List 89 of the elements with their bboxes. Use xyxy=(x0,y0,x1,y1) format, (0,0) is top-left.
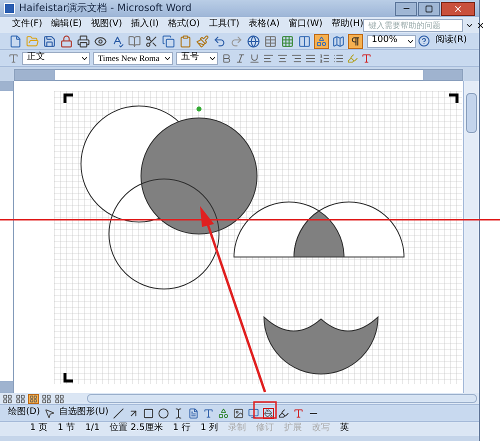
highlight-frame xyxy=(253,401,277,419)
crop-corner-icon xyxy=(64,94,73,103)
view-icon[interactable] xyxy=(15,394,26,404)
crop-corner-icon xyxy=(449,94,458,103)
align-center-icon[interactable] xyxy=(277,52,288,64)
menu-item[interactable]: 工具(T) xyxy=(208,18,240,32)
menu-item[interactable]: 文件(F) xyxy=(12,18,42,32)
numbered-list-icon[interactable] xyxy=(319,52,330,64)
maximize-icon xyxy=(425,4,433,12)
status-text: 扩展 xyxy=(284,422,302,436)
status-text: 位置 2.5厘米 xyxy=(110,422,163,436)
bullet-list-icon[interactable] xyxy=(333,52,344,64)
justify-icon[interactable] xyxy=(305,52,316,64)
view-icon[interactable] xyxy=(28,394,39,404)
image-icon[interactable] xyxy=(232,408,244,418)
globe-icon[interactable] xyxy=(246,34,261,48)
status-text: 1 行 xyxy=(172,422,190,436)
line-icon[interactable] xyxy=(112,408,124,418)
paste-icon[interactable] xyxy=(178,34,193,48)
draw-menu[interactable]: 绘图(D) xyxy=(8,406,40,420)
columns-icon[interactable] xyxy=(296,34,312,48)
underline-icon[interactable] xyxy=(249,52,260,64)
lock-icon[interactable] xyxy=(58,34,74,48)
undo-icon[interactable] xyxy=(212,34,227,48)
bold-icon[interactable] xyxy=(221,52,232,64)
shapes-icon[interactable] xyxy=(314,34,329,48)
book-icon[interactable] xyxy=(126,34,142,48)
align-right-icon[interactable] xyxy=(291,52,302,64)
status-text: 英 xyxy=(340,422,350,436)
menu-item[interactable]: 帮助(H) xyxy=(332,18,364,32)
font-dropdown[interactable]: Times New Roma xyxy=(93,52,173,64)
wordart-icon[interactable] xyxy=(202,408,214,418)
align-left-icon[interactable] xyxy=(263,52,274,64)
status-text: 1 页 xyxy=(30,422,48,436)
style-dropdown[interactable]: 正文 xyxy=(22,52,90,64)
menu-item[interactable]: 格式(O) xyxy=(168,18,200,32)
close-button[interactable] xyxy=(441,2,475,16)
menu-item[interactable]: 窗口(W) xyxy=(288,18,323,32)
menu-item[interactable]: 视图(V) xyxy=(90,18,122,32)
font-size-dropdown[interactable]: 五号 xyxy=(176,52,218,64)
window-title: Haifeistar演示文档 - Microsoft Word xyxy=(19,2,192,16)
maximize-button[interactable] xyxy=(418,2,440,16)
crop-corner-icon xyxy=(64,373,73,382)
horizontal-scrollbar[interactable] xyxy=(87,394,477,403)
paragraph-mark-icon[interactable] xyxy=(348,34,363,48)
status-text: 1/1 xyxy=(85,422,100,436)
help-icon[interactable] xyxy=(418,35,430,47)
new-document-icon[interactable] xyxy=(8,34,23,48)
word-document-icon xyxy=(4,3,15,14)
fill-color-icon[interactable] xyxy=(262,408,274,418)
vertical-scrollbar[interactable] xyxy=(463,81,479,393)
oval-icon[interactable] xyxy=(158,408,169,418)
pointer-icon[interactable] xyxy=(44,408,55,418)
read-button[interactable]: 阅读(R) xyxy=(432,34,471,48)
close-icon xyxy=(453,4,463,14)
status-text: 改写 xyxy=(312,422,330,436)
line-color-icon[interactable] xyxy=(278,408,289,418)
view-icon[interactable] xyxy=(54,394,65,404)
help-search-field[interactable]: 键入需要帮助的问题 xyxy=(363,18,464,32)
zoom-field[interactable]: 100% xyxy=(366,34,416,48)
close-icon[interactable] xyxy=(476,20,486,30)
map-icon[interactable] xyxy=(330,34,346,48)
status-text: 修订 xyxy=(256,422,274,436)
save-icon[interactable] xyxy=(42,34,57,48)
diagram-icon[interactable] xyxy=(218,408,229,418)
view-icon[interactable] xyxy=(2,394,13,404)
menu-item[interactable]: 表格(A) xyxy=(248,18,280,32)
styles-icon[interactable] xyxy=(8,52,19,64)
menu-item[interactable]: 插入(I) xyxy=(131,18,159,32)
italic-icon[interactable] xyxy=(235,52,246,64)
table-icon[interactable] xyxy=(262,34,278,48)
font-color-icon[interactable] xyxy=(292,408,304,418)
handle-icon xyxy=(196,106,202,112)
grid-icon[interactable] xyxy=(280,34,295,48)
copy-icon[interactable] xyxy=(160,34,176,48)
font-color-icon[interactable] xyxy=(361,52,372,64)
status-text: 1 节 xyxy=(58,422,76,436)
status-text: 录制 xyxy=(228,422,246,436)
arrow-icon[interactable] xyxy=(128,408,139,418)
brush-icon[interactable] xyxy=(194,34,210,48)
text-icon[interactable] xyxy=(188,408,199,418)
cut-icon[interactable] xyxy=(144,34,159,48)
printer-icon[interactable] xyxy=(76,34,91,48)
autoshapes-menu[interactable]: 自选图形(U) xyxy=(58,406,109,420)
status-text: 1 列 xyxy=(200,422,218,436)
picture-icon[interactable] xyxy=(248,408,259,418)
rectangle-icon[interactable] xyxy=(142,408,154,418)
view-icon[interactable] xyxy=(41,394,52,404)
menu-item[interactable]: 编辑(E) xyxy=(51,18,82,32)
